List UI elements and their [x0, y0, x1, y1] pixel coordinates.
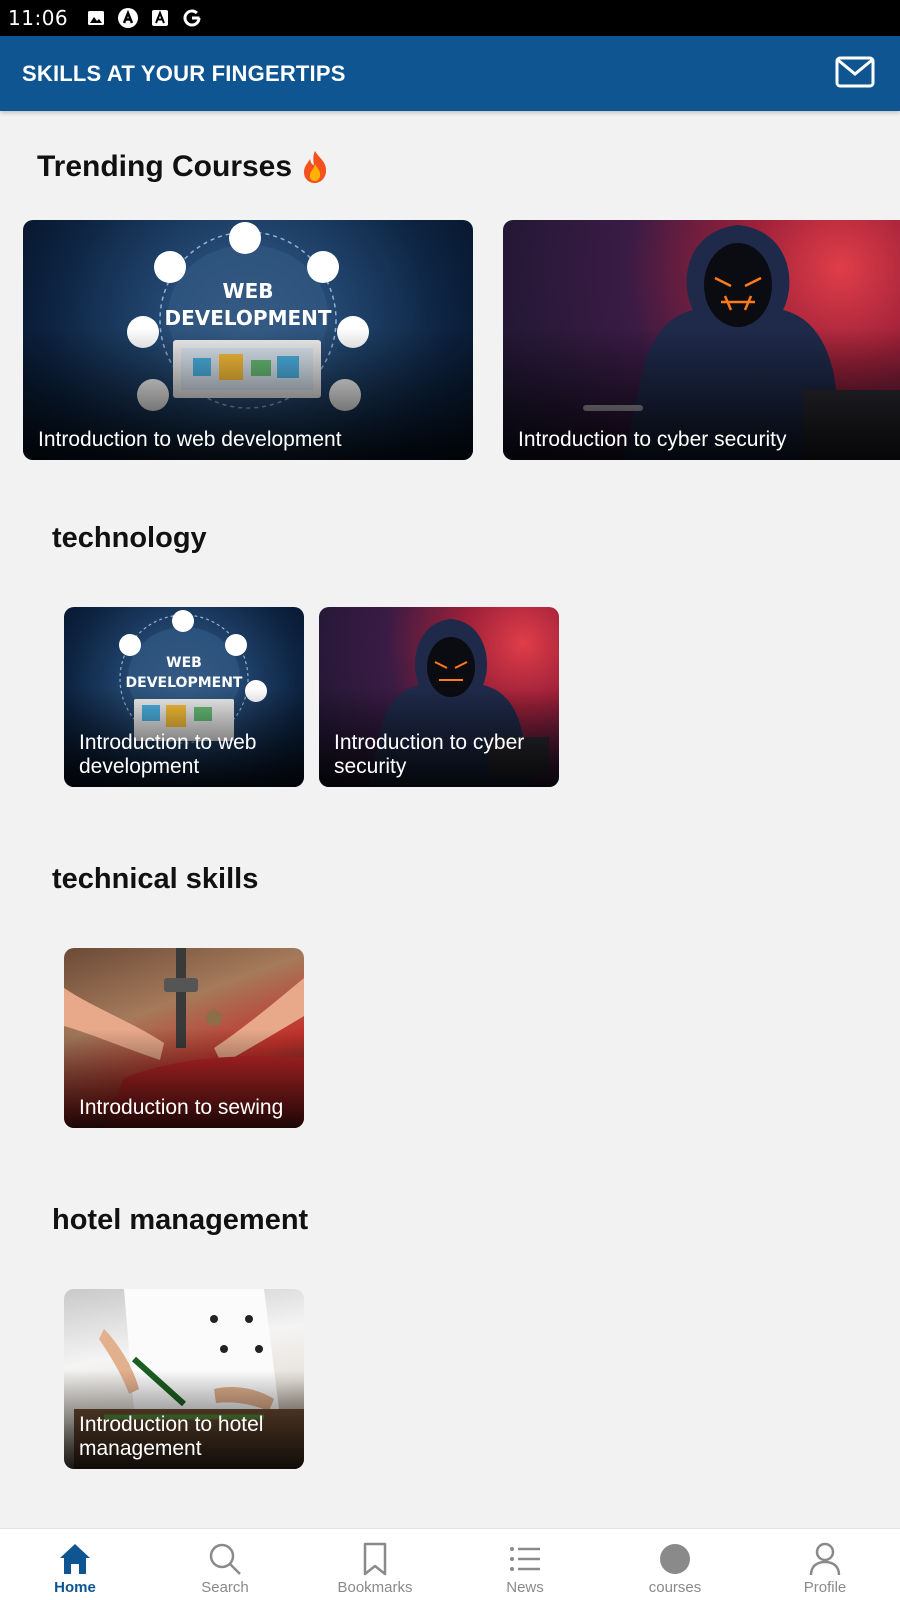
course-title: Introduction to cyber security: [518, 428, 787, 451]
font-icon: [150, 8, 170, 28]
nav-label: Home: [54, 1579, 96, 1596]
bottom-navigation: Home Search Bookmarks News courses Profi…: [0, 1528, 900, 1600]
nav-profile[interactable]: Profile: [750, 1529, 900, 1600]
category-title: technology: [52, 522, 207, 554]
trending-course-card[interactable]: WEB DEVELOPMENT Introduction to web deve…: [23, 220, 473, 460]
home-icon: [57, 1541, 93, 1577]
image-icon: [86, 8, 106, 28]
course-card[interactable]: WEB DEVELOPMENT Introduction to web deve…: [64, 607, 304, 787]
nav-label: Profile: [803, 1579, 847, 1596]
list-icon: [507, 1541, 543, 1577]
trending-title: Trending Courses: [37, 150, 293, 183]
svg-text:WEB: WEB: [223, 279, 274, 303]
course-card[interactable]: Introduction to cyber security: [319, 607, 559, 787]
nav-label: Search: [201, 1579, 249, 1596]
course-title: Introduction to cyber security: [334, 731, 525, 778]
flame-icon: [304, 151, 327, 183]
nav-home[interactable]: Home: [0, 1529, 150, 1600]
nav-label: Bookmarks: [337, 1579, 413, 1596]
course-title: Introduction to hotel management: [79, 1413, 264, 1460]
course-card[interactable]: Introduction to sewing: [64, 948, 304, 1128]
course-title: Introduction to web development: [79, 731, 257, 778]
status-time: 11:06: [8, 6, 69, 30]
search-icon: [207, 1541, 243, 1577]
nav-label: courses: [648, 1579, 702, 1596]
status-icons: [86, 8, 202, 28]
course-card[interactable]: Introduction to hotel management: [64, 1289, 304, 1469]
bookmark-icon: [357, 1541, 393, 1577]
svg-text:WEB: WEB: [166, 655, 202, 671]
status-bar: 11:06: [0, 0, 900, 36]
person-icon: [807, 1541, 843, 1577]
nav-label: News: [506, 1579, 544, 1596]
circle-icon: [657, 1541, 693, 1577]
trending-course-card[interactable]: Introduction to cyber security: [503, 220, 900, 460]
mail-icon: [835, 56, 875, 88]
category-title: hotel management: [52, 1204, 309, 1236]
app-title: SKILLS AT YOUR FINGERTIPS: [22, 60, 346, 86]
nav-search[interactable]: Search: [150, 1529, 300, 1600]
trending-heading: Trending Courses: [37, 150, 330, 184]
app-bar: SKILLS AT YOUR FINGERTIPS: [0, 36, 900, 111]
a-logo-icon: [118, 8, 139, 28]
course-title: Introduction to web development: [38, 428, 342, 451]
category-title: technical skills: [52, 863, 259, 895]
google-icon: [182, 8, 202, 28]
nav-news[interactable]: News: [450, 1529, 600, 1600]
course-title: Introduction to sewing: [79, 1096, 284, 1119]
mail-button[interactable]: [834, 54, 876, 90]
nav-bookmarks[interactable]: Bookmarks: [300, 1529, 450, 1600]
svg-text:DEVELOPMENT: DEVELOPMENT: [164, 306, 331, 330]
nav-courses[interactable]: courses: [600, 1529, 750, 1600]
